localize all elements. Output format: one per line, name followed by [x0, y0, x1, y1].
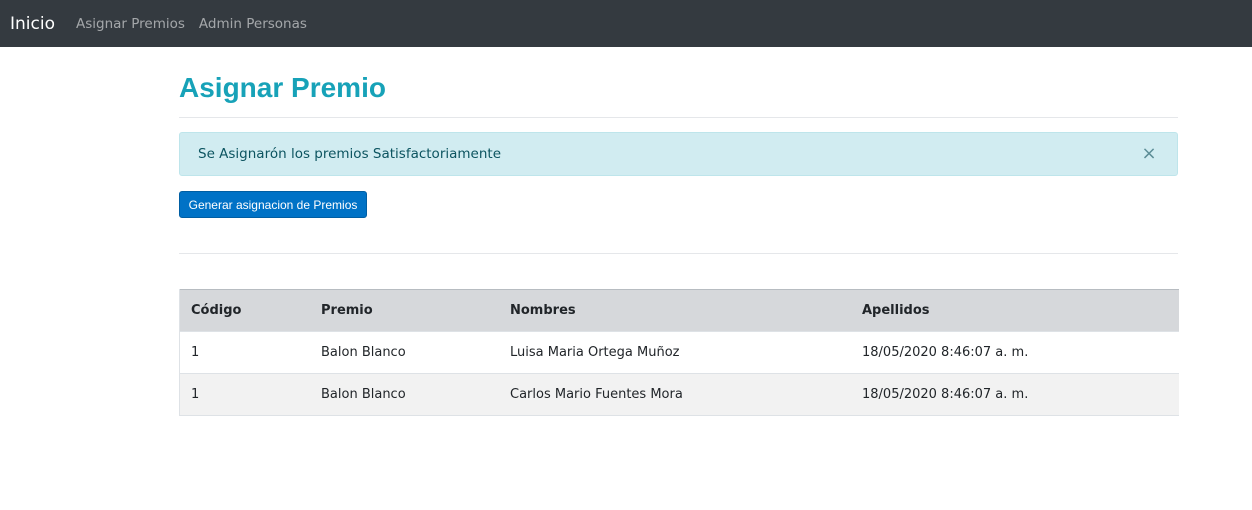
nav-brand-inicio[interactable]: Inicio [10, 14, 55, 34]
cell-premio: Balon Blanco [321, 345, 406, 360]
cell-premio: Balon Blanco [321, 387, 406, 402]
close-icon[interactable]: × [1139, 144, 1159, 164]
column-header-premio: Premio [321, 303, 373, 318]
cell-codigo: 1 [191, 387, 200, 402]
main-content: Asignar Premio Se Asignarón los premios … [179, 47, 1179, 416]
alert-message: Se Asignarón los premios Satisfactoriame… [198, 146, 501, 162]
table-row: 1 Balon Blanco Luisa Maria Ortega Muñoz … [180, 331, 1179, 374]
page-title: Asignar Premio [179, 72, 386, 103]
column-header-apellidos: Apellidos [862, 303, 930, 318]
title-divider [179, 117, 1178, 118]
nav-link-asignar-premios[interactable]: Asignar Premios [76, 16, 185, 32]
success-alert: Se Asignarón los premios Satisfactoriame… [179, 132, 1178, 176]
column-header-codigo: Código [191, 303, 242, 318]
cell-apellidos: 18/05/2020 8:46:07 a. m. [862, 345, 1029, 360]
prizes-table-wrapper: Código Premio Nombres Apellidos 1 Balon … [179, 289, 1179, 416]
section-divider [179, 253, 1178, 254]
column-header-nombres: Nombres [510, 303, 576, 318]
top-navbar: Inicio Asignar Premios Admin Personas [0, 0, 1252, 47]
cell-codigo: 1 [191, 345, 200, 360]
table-row: 1 Balon Blanco Carlos Mario Fuentes Mora… [180, 373, 1179, 416]
nav-link-admin-personas[interactable]: Admin Personas [199, 16, 307, 32]
cell-nombres: Luisa Maria Ortega Muñoz [510, 345, 680, 360]
cell-nombres: Carlos Mario Fuentes Mora [510, 387, 683, 402]
generate-assignment-button[interactable]: Generar asignacion de Premios [179, 191, 367, 218]
table-header-row: Código Premio Nombres Apellidos [180, 289, 1179, 332]
prizes-table: Código Premio Nombres Apellidos 1 Balon … [180, 289, 1179, 416]
cell-apellidos: 18/05/2020 8:46:07 a. m. [862, 387, 1029, 402]
